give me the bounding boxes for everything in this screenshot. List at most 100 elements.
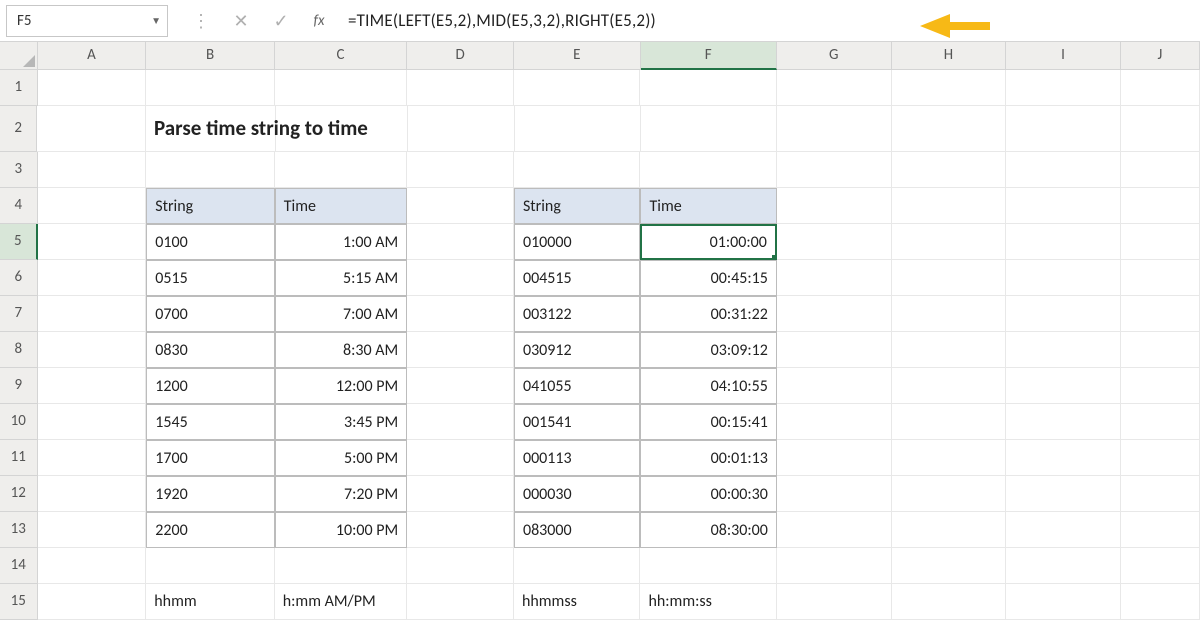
cell[interactable] (777, 188, 892, 224)
cell[interactable] (1006, 332, 1121, 368)
table-cell[interactable]: 12:00 PM (275, 368, 407, 404)
cell[interactable] (777, 476, 892, 512)
cell[interactable] (1006, 548, 1121, 584)
cell[interactable] (777, 106, 892, 152)
cell[interactable] (407, 476, 514, 512)
cell[interactable] (892, 548, 1007, 584)
cell[interactable] (1006, 440, 1121, 476)
format-label[interactable]: hhmm (146, 584, 274, 620)
cell[interactable] (1006, 224, 1121, 260)
table-cell[interactable]: 8:30 AM (275, 332, 407, 368)
cell[interactable] (892, 584, 1007, 620)
cell[interactable] (777, 440, 892, 476)
table-cell[interactable]: 2200 (146, 512, 274, 548)
cell[interactable] (777, 548, 892, 584)
table-cell[interactable]: 00:01:13 (640, 440, 776, 476)
cell[interactable] (1006, 584, 1121, 620)
cell[interactable] (1006, 70, 1121, 106)
row-header[interactable]: 8 (0, 332, 38, 368)
table-cell[interactable]: 000113 (514, 440, 641, 476)
table-cell[interactable]: 0700 (146, 296, 274, 332)
format-label[interactable]: h:mm AM/PM (275, 584, 407, 620)
cell[interactable] (777, 224, 892, 260)
cell[interactable] (38, 440, 147, 476)
cell[interactable] (1121, 332, 1200, 368)
row-header[interactable]: 7 (0, 296, 38, 332)
table2-header-string[interactable]: String (514, 188, 641, 224)
cell[interactable] (1121, 296, 1200, 332)
cell[interactable] (640, 152, 776, 188)
col-header-D[interactable]: D (407, 42, 514, 70)
table-cell[interactable]: 030912 (514, 332, 641, 368)
cell[interactable] (1121, 440, 1200, 476)
cell[interactable] (275, 70, 407, 106)
cell[interactable] (1006, 368, 1121, 404)
cell[interactable] (892, 152, 1007, 188)
row-header[interactable]: 9 (0, 368, 38, 404)
cell[interactable] (1121, 70, 1200, 106)
cell[interactable] (1121, 260, 1200, 296)
cell[interactable] (407, 152, 514, 188)
cell[interactable] (777, 584, 892, 620)
cell[interactable] (407, 70, 514, 106)
cell[interactable] (275, 152, 407, 188)
table-cell[interactable]: 08:30:00 (640, 512, 776, 548)
table-cell[interactable]: 083000 (514, 512, 641, 548)
cell[interactable] (38, 404, 147, 440)
formula-input[interactable] (340, 5, 1194, 37)
table-cell[interactable]: 003122 (514, 296, 641, 332)
table-cell[interactable]: 1200 (146, 368, 274, 404)
row-header[interactable]: 10 (0, 404, 38, 440)
cell[interactable] (1121, 512, 1200, 548)
table-cell[interactable]: 1:00 AM (275, 224, 407, 260)
cell[interactable] (146, 152, 274, 188)
cell[interactable] (1121, 476, 1200, 512)
cell[interactable] (1121, 152, 1200, 188)
cell[interactable] (407, 260, 514, 296)
cell[interactable] (777, 512, 892, 548)
table-cell[interactable]: 041055 (514, 368, 641, 404)
cell[interactable] (1006, 404, 1121, 440)
col-header-I[interactable]: I (1006, 42, 1121, 70)
cell[interactable] (777, 296, 892, 332)
cell[interactable] (777, 152, 892, 188)
cell[interactable] (1006, 296, 1121, 332)
table-cell[interactable]: 5:00 PM (275, 440, 407, 476)
cell[interactable] (407, 188, 514, 224)
cell[interactable] (38, 152, 147, 188)
cell[interactable] (407, 368, 514, 404)
cell[interactable] (1006, 152, 1121, 188)
table1-header-string[interactable]: String (146, 188, 274, 224)
col-header-C[interactable]: C (275, 42, 407, 70)
enter-icon[interactable]: ✓ (264, 5, 298, 37)
table-cell[interactable]: 0830 (146, 332, 274, 368)
cell[interactable] (38, 70, 147, 106)
cell[interactable] (892, 476, 1007, 512)
select-all-corner[interactable] (0, 42, 38, 70)
col-header-J[interactable]: J (1121, 42, 1200, 70)
table-cell[interactable]: 00:31:22 (640, 296, 776, 332)
page-title[interactable]: Parse time string to time (146, 106, 276, 152)
table1-header-time[interactable]: Time (275, 188, 407, 224)
cell[interactable] (407, 584, 514, 620)
cell[interactable] (38, 224, 147, 260)
table-cell[interactable]: 0515 (146, 260, 274, 296)
table-cell[interactable]: 00:15:41 (640, 404, 776, 440)
row-header[interactable]: 4 (0, 188, 38, 224)
col-header-E[interactable]: E (514, 42, 641, 70)
table-cell[interactable]: 004515 (514, 260, 641, 296)
cell[interactable] (892, 106, 1007, 152)
cell[interactable] (146, 548, 274, 584)
cell[interactable] (1006, 476, 1121, 512)
col-header-F[interactable]: F (641, 42, 777, 70)
cell[interactable] (407, 224, 514, 260)
cell[interactable] (38, 296, 147, 332)
row-header[interactable]: 1 (0, 70, 38, 106)
cell[interactable] (892, 260, 1007, 296)
col-header-H[interactable]: H (892, 42, 1007, 70)
table-cell[interactable]: 3:45 PM (275, 404, 407, 440)
cell[interactable] (1006, 188, 1121, 224)
table-cell[interactable]: 1920 (146, 476, 274, 512)
cell[interactable] (38, 260, 147, 296)
cell[interactable] (892, 224, 1007, 260)
